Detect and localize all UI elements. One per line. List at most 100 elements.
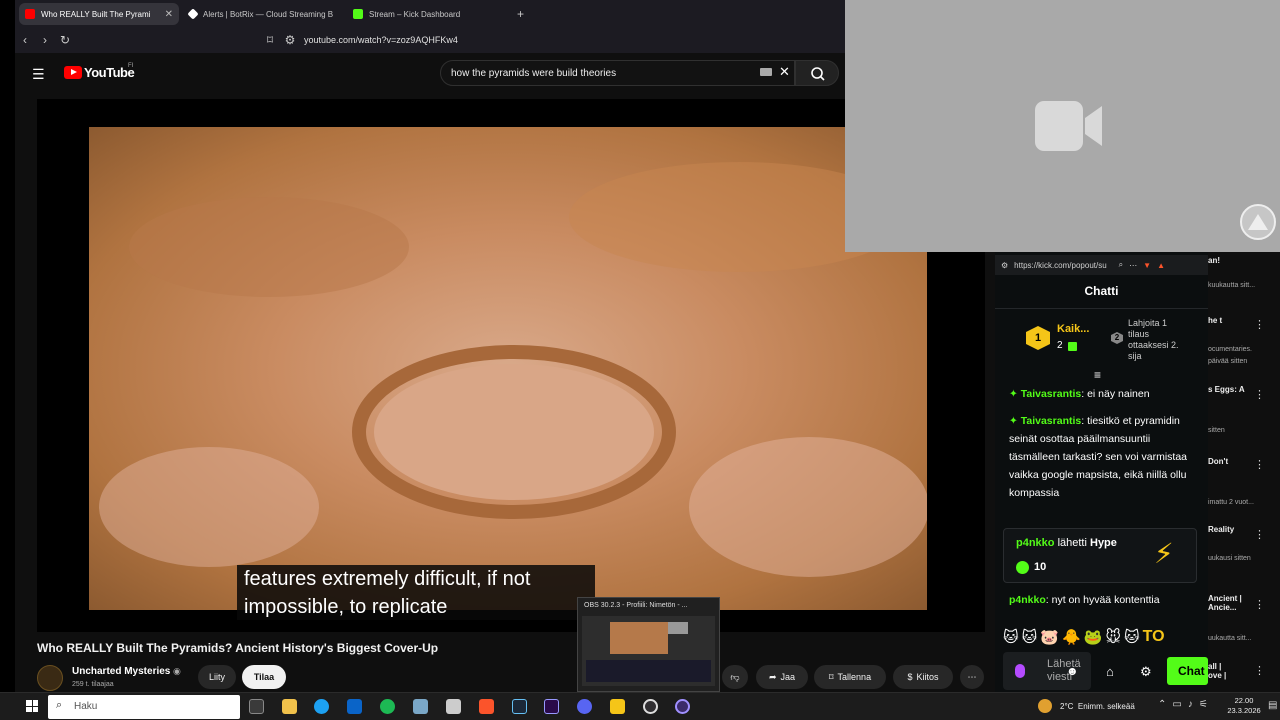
microphone-icon[interactable] (1015, 664, 1025, 678)
rec-more-icon[interactable]: ⋮ (1254, 458, 1265, 471)
more-actions-button[interactable]: ⋯ (960, 665, 984, 689)
subscribe-button[interactable]: Tilaa (242, 665, 286, 689)
emote-icon[interactable]: 🐭 (1105, 628, 1121, 646)
tab-botrix[interactable]: Alerts | BotRix — Cloud Streaming B (183, 3, 343, 25)
notification-icon[interactable]: ▤ (1268, 700, 1277, 711)
left-edge (0, 0, 15, 692)
system-tray-icons[interactable]: ⌃▭♪⚟ (1158, 699, 1214, 710)
lightning-icon: ⚡ (1154, 538, 1174, 569)
sparkle-icon: ✦ (1009, 388, 1018, 400)
dislike-button[interactable]: 👎︎ (722, 665, 748, 689)
premiere-icon[interactable] (544, 699, 559, 714)
search-input[interactable]: how the pyramids were build theories (440, 60, 795, 86)
clear-search-icon[interactable]: ✕ (779, 64, 790, 80)
back-icon[interactable]: ‹ (15, 33, 35, 47)
weather-icon[interactable] (1038, 699, 1052, 713)
rec-more-icon[interactable]: ⋮ (1254, 318, 1265, 331)
rec-title[interactable]: an! (1208, 256, 1220, 265)
video-frame (89, 127, 927, 610)
chat-username[interactable]: Taivasrantis (1021, 388, 1082, 400)
rec-title[interactable]: Ancient | Ancie... (1208, 594, 1244, 612)
rec-more-icon[interactable]: ⋮ (1254, 598, 1265, 611)
clock[interactable]: 22.00 23.3.2026 (1224, 696, 1264, 716)
tab-youtube[interactable]: Who REALLY Built The Pyrami ✕ (19, 3, 179, 25)
kick-coin-icon (1016, 561, 1029, 574)
search-button[interactable] (795, 60, 839, 86)
tab-kick-dashboard[interactable]: Stream – Kick Dashboard (347, 3, 507, 25)
zoom-icon[interactable]: ⌕ (1119, 260, 1123, 270)
spotify-icon[interactable] (380, 699, 395, 714)
store-icon[interactable]: ⌂ (1106, 664, 1114, 679)
rec-more-icon[interactable]: ⋮ (1254, 528, 1265, 541)
rec-more-icon[interactable]: ⋮ (1254, 388, 1265, 401)
emote-icon[interactable]: 🐱 (1124, 628, 1140, 646)
discord-icon[interactable] (577, 699, 592, 714)
gift-sub-prompt[interactable]: Lahjoita 1 tilaus ottaaksesi 2. sija (1128, 318, 1188, 362)
brave-shield-icon[interactable]: ▼ (1143, 261, 1151, 270)
save-button[interactable]: ⌑ Tallenna (814, 665, 886, 689)
app-icon[interactable] (675, 699, 690, 714)
address-bar[interactable]: youtube.com/watch?v=zoz9AQHFKw4 (304, 35, 458, 45)
share-button[interactable]: ➦ Jaa (756, 665, 808, 689)
youtube-logo-text[interactable]: YouTube (84, 65, 135, 80)
weather-text[interactable]: 2°C Enimm. selkeää (1060, 702, 1135, 711)
thanks-icon: $ (907, 672, 913, 682)
rec-title[interactable]: Don't (1208, 457, 1228, 466)
app-icon[interactable] (413, 699, 428, 714)
site-info-icon[interactable]: ⚙ (280, 33, 300, 47)
chat-username[interactable]: p4nkko (1009, 594, 1046, 606)
obs-icon[interactable] (643, 699, 658, 714)
file-explorer-icon[interactable] (282, 699, 297, 714)
taskbar-search[interactable]: ⌕ Haku (48, 695, 240, 719)
outlook-icon[interactable] (347, 699, 362, 714)
app-icon[interactable] (610, 699, 625, 714)
chat-send-button[interactable]: Chat (1167, 657, 1208, 685)
emote-icon[interactable]: 🐥 (1062, 628, 1081, 646)
brave-rewards-icon[interactable]: ▲ (1157, 261, 1165, 270)
join-button[interactable]: Liity (198, 665, 236, 689)
leader-name[interactable]: Kaik... (1057, 323, 1089, 335)
settings-icon[interactable]: ⚙ (1140, 664, 1152, 680)
rec-title[interactable]: all | ove | (1208, 662, 1232, 680)
youtube-favicon-icon (25, 9, 35, 19)
steam-icon[interactable] (512, 699, 527, 714)
search-icon (811, 67, 825, 81)
keyboard-icon[interactable] (760, 68, 772, 76)
thanks-button[interactable]: $ Kiitos (893, 665, 953, 689)
translate-icon[interactable]: ⋯ (1129, 261, 1137, 270)
obs-taskbar-preview[interactable]: OBS 30.2.3 - Profiili: Nimetön - ... (577, 597, 720, 692)
collapse-icon[interactable]: ≡ (1094, 368, 1101, 382)
close-tab-icon[interactable]: ✕ (165, 9, 173, 20)
emote-icon[interactable]: 🐱 (1022, 628, 1038, 646)
browser-nav-bar: ‹ › ↻ ⌑ ⚙ youtube.com/watch?v=zoz9AQHFKw… (15, 27, 845, 53)
reload-icon[interactable]: ↻ (55, 33, 75, 47)
emoji-icon[interactable]: ☻ (1066, 664, 1079, 678)
new-tab-button[interactable]: + (511, 3, 529, 25)
brave-icon[interactable] (479, 699, 494, 714)
rec-title[interactable]: Reality (1208, 525, 1234, 534)
thumbs-down-icon: 👎︎ (730, 671, 740, 682)
bookmark-icon[interactable]: ⌑ (260, 33, 280, 47)
share-icon: ➦ (768, 671, 777, 682)
menu-icon[interactable]: ☰ (32, 66, 45, 83)
chat-username[interactable]: Taivasrantis (1021, 415, 1082, 427)
channel-name[interactable]: Uncharted Mysteries (72, 666, 170, 677)
site-settings-icon[interactable]: ⚙ (1001, 261, 1008, 270)
forward-icon[interactable]: › (35, 33, 55, 47)
edge-icon[interactable] (314, 699, 329, 714)
start-icon[interactable] (26, 700, 38, 712)
chat-username[interactable]: p4nkko (1016, 537, 1055, 549)
task-view-icon[interactable] (249, 699, 264, 714)
rec-title[interactable]: s Eggs: A (1208, 385, 1245, 394)
subscriber-count: 259 t. tilaajaa (72, 681, 114, 688)
rec-more-icon[interactable]: ⋮ (1254, 664, 1265, 677)
youtube-logo-icon[interactable] (64, 66, 82, 79)
rec-title[interactable]: he t (1208, 316, 1230, 325)
store-icon[interactable] (446, 699, 461, 714)
emote-icon[interactable]: 🐸 (1084, 628, 1103, 646)
emote-icon[interactable]: 🐱 (1003, 628, 1019, 646)
emote-icon[interactable]: 🐷 (1040, 628, 1059, 646)
rec-meta: uukausi sitten (1208, 555, 1251, 562)
emote-text[interactable]: TO (1143, 628, 1165, 646)
channel-avatar[interactable] (37, 665, 63, 691)
